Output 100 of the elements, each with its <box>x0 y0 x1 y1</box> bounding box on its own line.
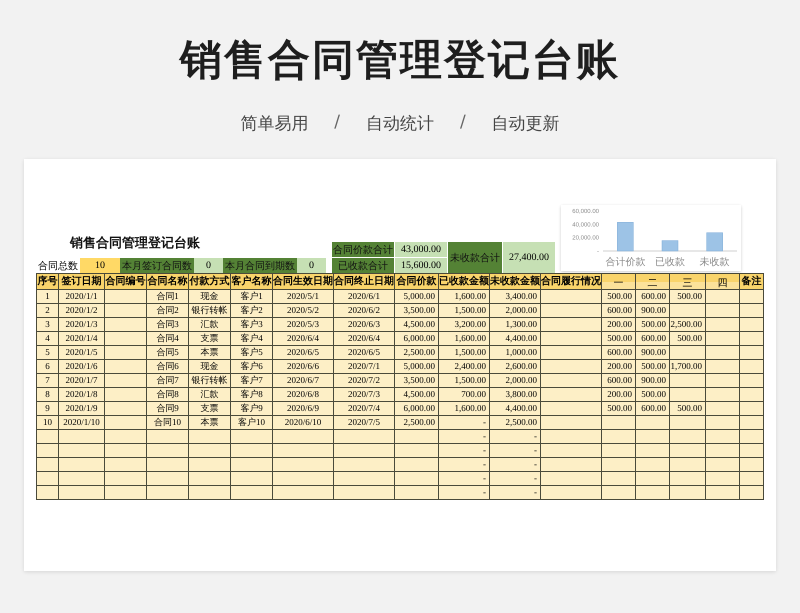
table-cell <box>602 486 636 500</box>
table-cell: 3,500.00 <box>395 304 439 318</box>
table-cell <box>706 346 740 360</box>
table-cell: 2020/1/10 <box>59 416 105 430</box>
table-cell: 合同10 <box>147 416 189 430</box>
table-cell: 200.00 <box>602 360 636 374</box>
table-cell: 合同8 <box>147 388 189 402</box>
table-cell: 客户6 <box>231 360 273 374</box>
table-cell: 6,000.00 <box>395 332 439 346</box>
table-cell: 2020/5/3 <box>273 318 334 332</box>
sheet-title: 销售合同管理登记台账 <box>70 234 201 252</box>
table-cell: 2020/1/2 <box>59 304 105 318</box>
table-cell: 500.00 <box>670 402 706 416</box>
table-cell: 2,000.00 <box>490 304 541 318</box>
table-cell: 2,500.00 <box>395 416 439 430</box>
table-cell: 3,400.00 <box>490 290 541 304</box>
summary-value: 0 <box>297 258 326 273</box>
table-cell: 2020/6/9 <box>273 402 334 416</box>
table-cell: 600.00 <box>602 346 636 360</box>
table-cell <box>273 458 334 472</box>
table-cell: 900.00 <box>636 304 670 318</box>
table-cell: 客户7 <box>231 374 273 388</box>
table-cell: 4,500.00 <box>395 388 439 402</box>
table-cell <box>105 444 147 458</box>
table-cell <box>670 346 706 360</box>
table-cell: 2020/5/1 <box>273 290 334 304</box>
column-header: 二 <box>636 274 670 290</box>
table-cell <box>670 444 706 458</box>
table-cell: 3,200.00 <box>439 318 490 332</box>
table-cell: 2020/1/5 <box>59 346 105 360</box>
table-cell <box>231 444 273 458</box>
table-cell: - <box>490 430 541 444</box>
column-header: 四 <box>706 274 740 290</box>
table-cell: 合同5 <box>147 346 189 360</box>
table-cell <box>231 458 273 472</box>
table-cell: 500.00 <box>636 318 670 332</box>
table-cell <box>334 472 395 486</box>
column-header: 签订日期 <box>59 274 105 290</box>
table-cell: 1,000.00 <box>490 346 541 360</box>
table-cell: 600.00 <box>636 290 670 304</box>
table-cell: 2020/1/3 <box>59 318 105 332</box>
column-header: 三 <box>670 274 706 290</box>
table-cell <box>189 472 231 486</box>
table-cell <box>334 458 395 472</box>
table-cell: 客户10 <box>231 416 273 430</box>
table-cell: 2020/1/9 <box>59 402 105 416</box>
table-cell: 900.00 <box>636 374 670 388</box>
table-cell <box>231 486 273 500</box>
category-label: 已收款 <box>655 257 685 268</box>
table-cell <box>105 290 147 304</box>
table-cell <box>105 416 147 430</box>
table-cell <box>706 332 740 346</box>
table-cell: 现金 <box>189 290 231 304</box>
table-cell: 600.00 <box>636 332 670 346</box>
table-cell <box>636 472 670 486</box>
table-cell <box>105 332 147 346</box>
table-cell <box>636 416 670 430</box>
table-cell <box>740 486 764 500</box>
total-label: 合同价款合计 <box>332 242 394 257</box>
table-cell: 2020/6/1 <box>334 290 395 304</box>
table-cell: 2,400.00 <box>439 360 490 374</box>
table-cell <box>395 458 439 472</box>
table-cell: 9 <box>37 402 59 416</box>
table-cell <box>147 444 189 458</box>
table-cell: 2020/1/8 <box>59 388 105 402</box>
table-cell <box>105 318 147 332</box>
table-cell <box>541 360 602 374</box>
table-cell: 客户5 <box>231 346 273 360</box>
table-cell: 3 <box>37 318 59 332</box>
table-cell: 2020/6/3 <box>334 318 395 332</box>
summary-label: 本月签订合同数 <box>120 258 194 273</box>
table-cell <box>189 486 231 500</box>
table-cell: 2020/6/4 <box>334 332 395 346</box>
table-cell <box>147 486 189 500</box>
table-cell: 1,500.00 <box>439 304 490 318</box>
table-cell: 汇款 <box>189 388 231 402</box>
table-cell: 银行转帐 <box>189 304 231 318</box>
table-cell <box>105 304 147 318</box>
table-cell: - <box>439 416 490 430</box>
category-label: 未收款 <box>700 257 730 268</box>
table-cell: 1,500.00 <box>439 374 490 388</box>
table-cell <box>706 290 740 304</box>
table-cell: 500.00 <box>602 290 636 304</box>
table-cell <box>740 388 764 402</box>
table-cell <box>740 472 764 486</box>
table-cell <box>395 430 439 444</box>
table-cell <box>189 458 231 472</box>
table-cell: 2020/7/2 <box>334 374 395 388</box>
table-cell <box>395 444 439 458</box>
table-cell: 8 <box>37 388 59 402</box>
table-cell: - <box>490 486 541 500</box>
table-cell: 2,500.00 <box>395 346 439 360</box>
table-cell: 600.00 <box>636 402 670 416</box>
table-cell: 现金 <box>189 360 231 374</box>
table-cell <box>147 472 189 486</box>
table-cell: 客户8 <box>231 388 273 402</box>
table-cell <box>59 430 105 444</box>
table-cell: 客户4 <box>231 332 273 346</box>
table-cell <box>541 444 602 458</box>
table-cell: - <box>439 444 490 458</box>
